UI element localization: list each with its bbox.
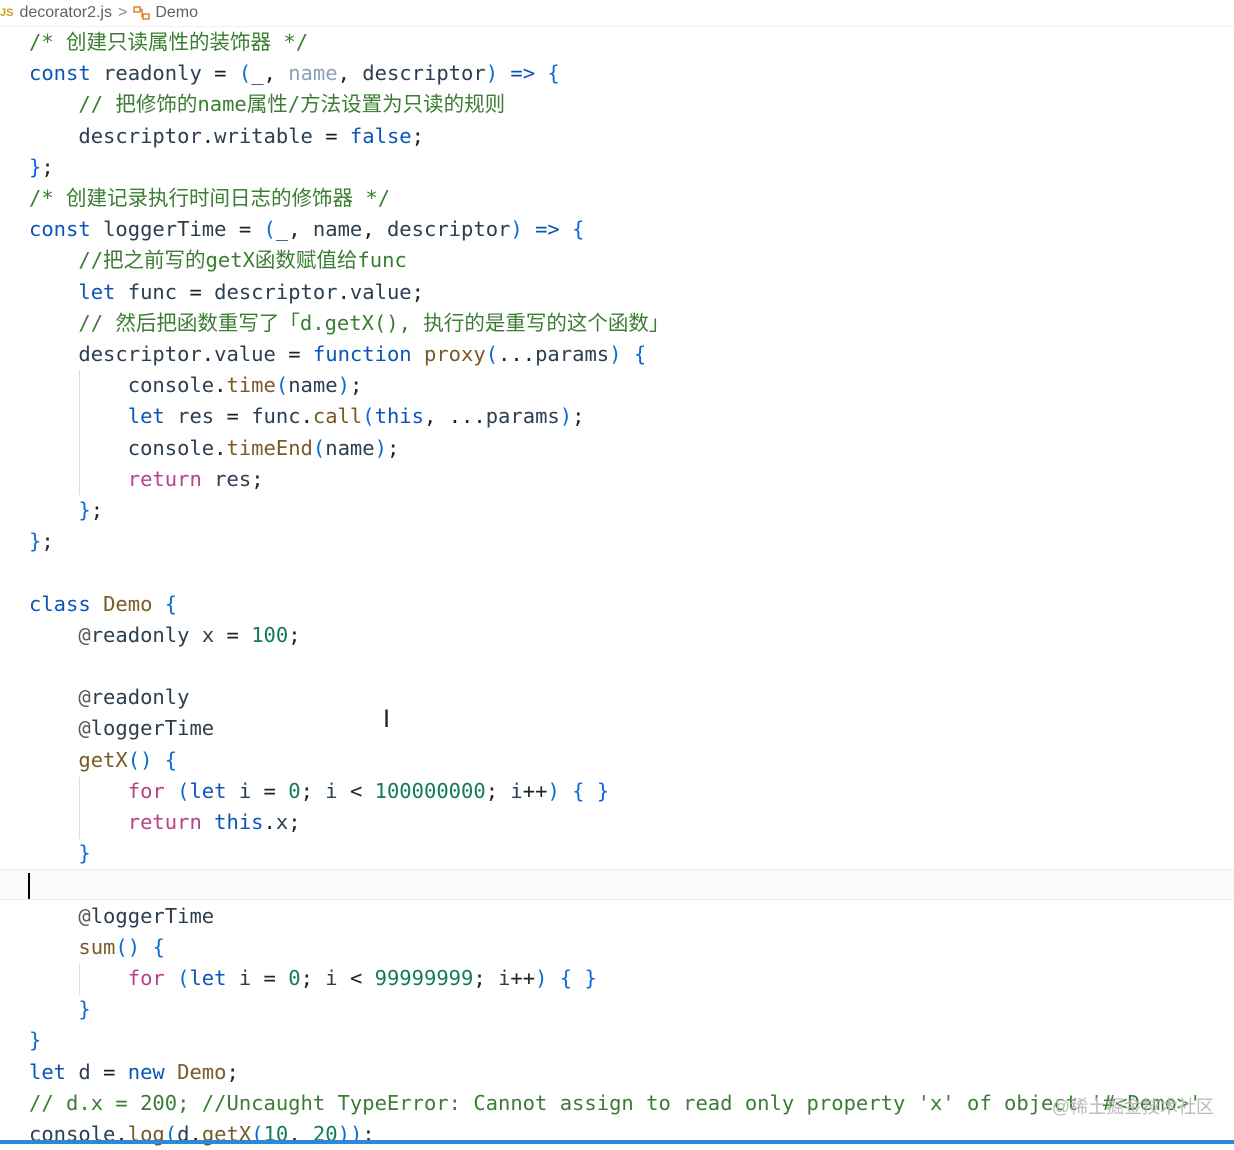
code-line-text: let d = new Demo; (29, 1059, 239, 1084)
code-line-text: } (78, 841, 91, 866)
text-cursor (28, 873, 30, 900)
breadcrumb-file[interactable]: decorator2.js (19, 4, 112, 22)
code-line-text: // d.x = 200; //Uncaught TypeError: Cann… (29, 1090, 1202, 1115)
code-line-text: @loggerTime (78, 716, 215, 741)
code-line-text: sum() { (78, 934, 165, 959)
code-line-text: console.log(d.getX(10, 20)); (29, 1122, 375, 1146)
code-line-text: /* 创建记录执行时间日志的修饰器 */ (29, 186, 391, 210)
code-line-text: }; (29, 154, 54, 179)
code-line-text: const loggerTime = (_, name, descriptor)… (29, 217, 585, 242)
code-line-text: //把之前写的getX函数赋值给func (78, 248, 407, 273)
class-symbol-icon (133, 6, 151, 20)
code-line-text: console.timeEnd(name); (127, 435, 400, 460)
breadcrumb: JS decorator2.js > Demo (0, 0, 1234, 27)
code-line-text: } (29, 1028, 42, 1053)
text-cursor-ibeam-icon: I (383, 705, 391, 733)
code-line-text: } (78, 997, 91, 1022)
code-line-text: for (let i = 0; i < 100000000; i++) { } (127, 778, 610, 803)
js-file-icon: JS (0, 7, 14, 19)
panel-border (0, 1140, 1234, 1144)
code-line-text: }; (29, 529, 54, 554)
code-line-text: class Demo { (29, 591, 178, 616)
breadcrumb-symbol[interactable]: Demo (155, 4, 198, 22)
code-line-text: /* 创建只读属性的装饰器 */ (29, 30, 309, 54)
watermark: @稀土掘金技术社区 (1051, 1097, 1214, 1117)
code-line-text: return this.x; (127, 810, 301, 834)
code-line-text: descriptor.value = function proxy(...par… (78, 342, 647, 366)
code-line-text: console.time(name); (127, 373, 363, 398)
chevron-right-icon: > (117, 4, 128, 21)
code-line-text: const readonly = (_, name, descriptor) =… (29, 61, 560, 86)
code-line-text: // 然后把函数重写了「d.getX(), 执行的是重写的这个函数」 (78, 310, 670, 335)
code-line-text: getX() { (78, 747, 178, 772)
code-line-text: descriptor.writable = false; (78, 123, 424, 148)
code-line-text: return res; (127, 466, 264, 491)
code-line-text: @loggerTime (78, 903, 215, 928)
code-line-text: @readonly (78, 685, 190, 710)
code-line-text: let res = func.call(this, ...params); (127, 404, 585, 429)
code-line-text: // 把修饰的name属性/方法设置为只读的规则 (78, 92, 506, 117)
code-line[interactable] (0, 869, 1234, 901)
code-line-text: @readonly x = 100; (78, 622, 301, 647)
code-line-text: }; (78, 498, 104, 522)
code-line-text: for (let i = 0; i < 99999999; i++) { } (127, 966, 597, 990)
code-line-text: let func = descriptor.value; (78, 279, 424, 304)
